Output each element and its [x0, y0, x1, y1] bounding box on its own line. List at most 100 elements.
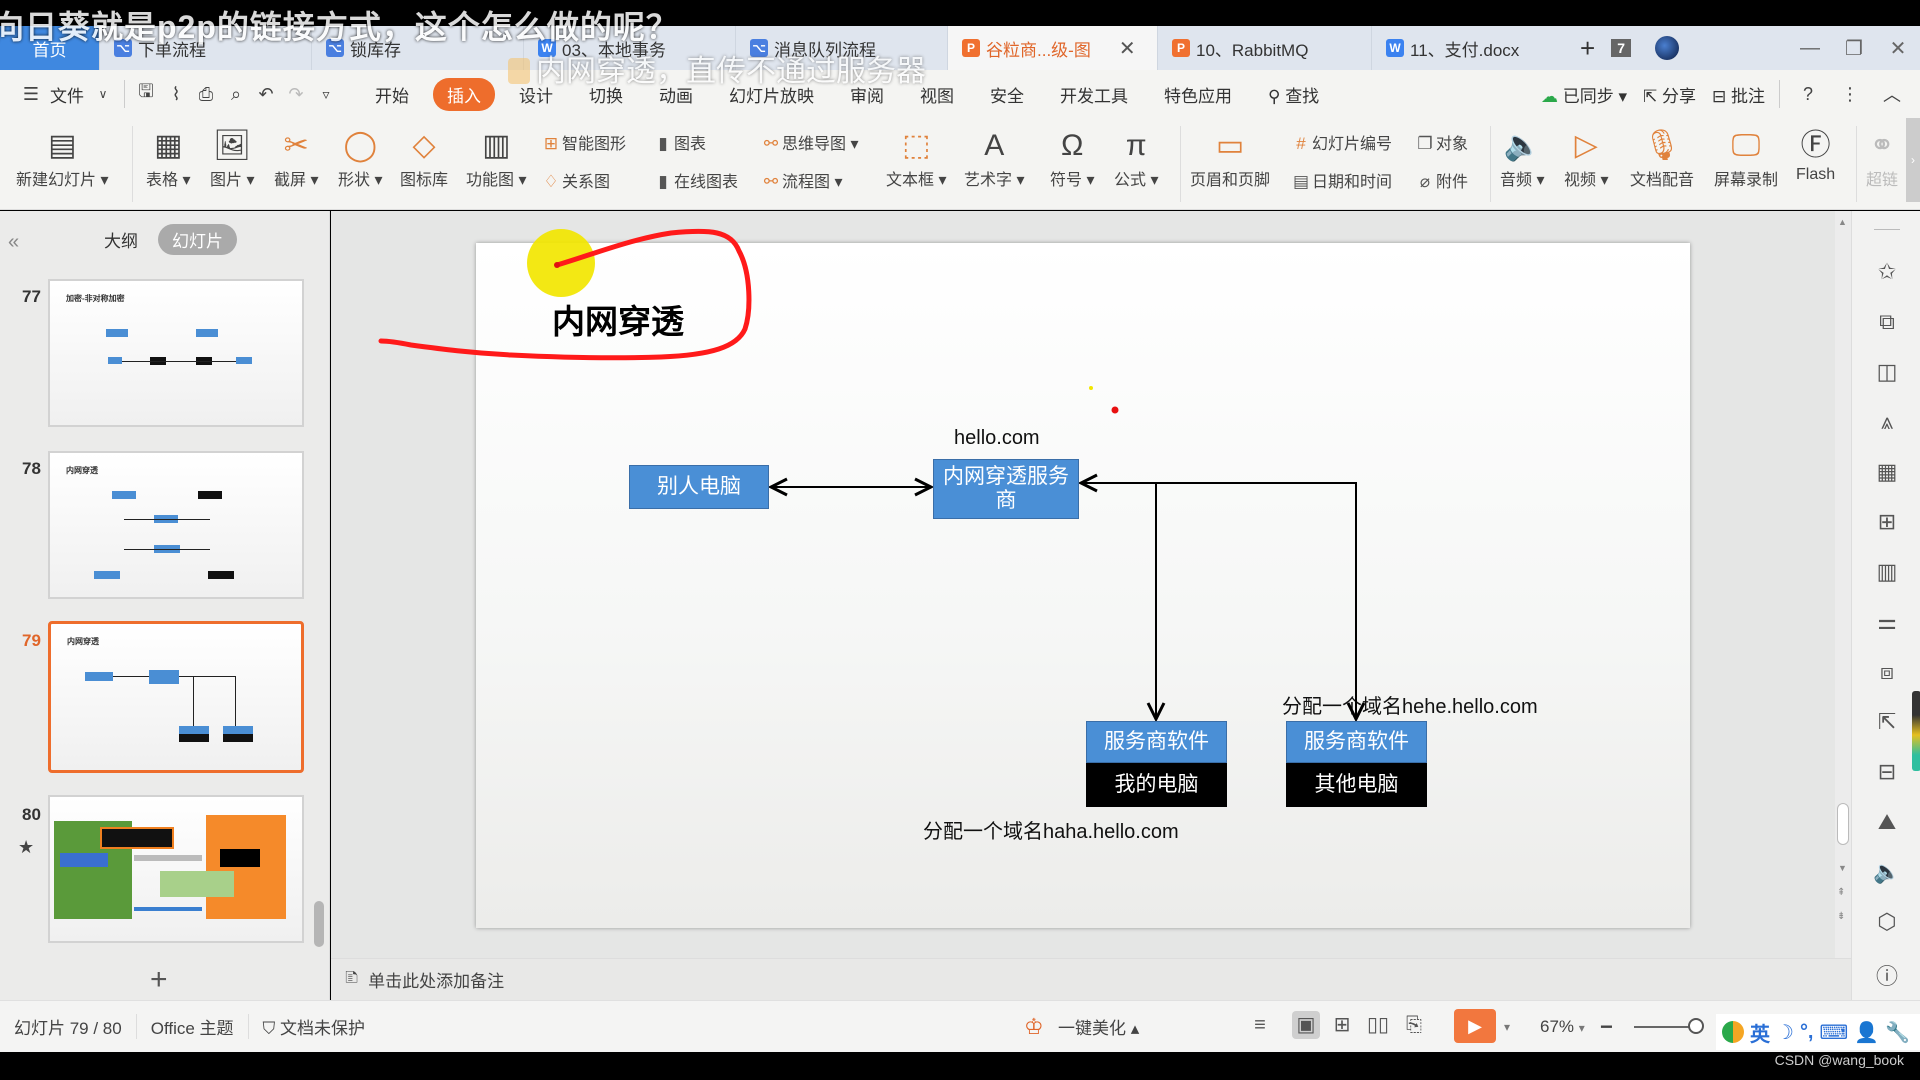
mind-map-button[interactable]: ⚯ 思维导图 ▾	[760, 130, 859, 154]
play-slideshow-button[interactable]: ▶	[1454, 1009, 1496, 1043]
user-avatar[interactable]	[1639, 26, 1695, 70]
audio-button[interactable]: 🔈 音频 ▾	[1500, 126, 1545, 190]
slide-sorter-icon[interactable]: ⊞	[1328, 1011, 1356, 1039]
sync-button[interactable]: ☁ 已同步 ▾	[1533, 82, 1635, 107]
flowchart-button[interactable]: ⚯ 流程图 ▾	[760, 168, 843, 192]
scroll-up-icon[interactable]: ▲	[1838, 217, 1847, 227]
play-options-chevron[interactable]: ▾	[1504, 1020, 1510, 1034]
next-slide-icon[interactable]: ⇟	[1837, 911, 1845, 922]
redo-icon[interactable]: ↷	[281, 84, 311, 105]
collapse-panel-icon[interactable]: «	[8, 231, 19, 254]
export-icon[interactable]: ⇱	[1872, 709, 1902, 735]
shape-button[interactable]: ◯ 形状 ▾	[338, 126, 383, 190]
share-button[interactable]: ⇱ 分享	[1635, 82, 1704, 107]
tab-count-button[interactable]: 7	[1603, 26, 1639, 70]
save-icon[interactable]: 🖫	[131, 79, 161, 109]
shield-icon[interactable]: ⬡	[1872, 909, 1902, 935]
table-button[interactable]: ▦ 表格 ▾	[146, 126, 191, 190]
formula-button[interactable]: π 公式 ▾	[1114, 126, 1159, 190]
normal-view-icon[interactable]: ▣	[1292, 1011, 1320, 1039]
doc-dubbing-button[interactable]: 🎙 文档配音	[1630, 126, 1694, 190]
grid-icon[interactable]: ⊞	[1872, 509, 1902, 535]
screenshot-button[interactable]: ✂ 截屏 ▾	[274, 126, 319, 190]
notes-area[interactable]: 🗈 单击此处添加备注	[331, 958, 1851, 1000]
video-button[interactable]: ▷ 视频 ▾	[1564, 126, 1609, 190]
slide-thumbnail-79-selected[interactable]: 内网穿透	[48, 621, 304, 773]
collapse-ribbon-icon[interactable]: ︿	[1870, 81, 1914, 107]
icon-library-button[interactable]: ◇ 图标库	[400, 126, 448, 190]
close-tab-icon[interactable]: ✕	[1119, 36, 1136, 61]
tab-outline[interactable]: 大纲	[104, 227, 138, 252]
image-icon[interactable]: ⛰	[1872, 809, 1902, 835]
ime-logo-icon[interactable]	[1722, 1021, 1744, 1043]
zoom-slider-track[interactable]	[1634, 1026, 1696, 1028]
new-slide-button[interactable]: ▤ 新建幻灯片 ▾	[16, 126, 109, 190]
function-chart-button[interactable]: ▥ 功能图 ▾	[466, 126, 527, 190]
tab-gulimall-active[interactable]: P 谷粒商...级-图 ✕	[948, 26, 1158, 70]
print-preview-icon[interactable]: ⌕	[221, 84, 251, 105]
punctuation-icon[interactable]: °,	[1800, 1021, 1814, 1044]
archive-icon[interactable]: ⊟	[1872, 759, 1902, 785]
table-icon[interactable]: ▦	[1872, 459, 1902, 485]
zoom-slider-handle[interactable]	[1688, 1018, 1704, 1034]
beautify-button[interactable]: 一键美化 ▴	[1058, 1014, 1139, 1039]
smart-art-button[interactable]: ⊞ 智能图形	[540, 130, 626, 154]
format-painter-icon[interactable]: ⌇	[161, 84, 191, 105]
picture-button[interactable]: 🖼 图片 ▾	[210, 126, 255, 190]
customize-qat-icon[interactable]: ▿	[311, 86, 341, 103]
scrollbar-thumb[interactable]	[1837, 803, 1849, 845]
undo-icon[interactable]: ↶	[251, 84, 281, 105]
prev-slide-icon[interactable]: ⇞	[1837, 887, 1845, 898]
text-style-icon[interactable]: ⩓	[1872, 409, 1902, 435]
restore-button[interactable]: ❐	[1832, 36, 1876, 61]
slide-thumbnail-78[interactable]: 内网穿透	[48, 451, 304, 599]
ime-language-toggle[interactable]: 英	[1750, 1018, 1770, 1047]
attachment-button[interactable]: ⌀ 附件	[1414, 168, 1468, 192]
chevron-down-icon[interactable]: ∨	[88, 87, 118, 101]
menu-start[interactable]: 开始	[357, 82, 427, 107]
slide-number-button[interactable]: # 幻灯片编号	[1290, 130, 1392, 154]
header-footer-button[interactable]: ▭ 页眉和页脚	[1190, 126, 1270, 190]
relation-chart-button[interactable]: ♢ 关系图	[540, 168, 610, 192]
chart-button[interactable]: ▮ 图表	[652, 130, 706, 154]
star-effect-icon[interactable]: ✩	[1872, 259, 1902, 285]
slide-switch-icon[interactable]: ⧉	[1872, 309, 1902, 335]
moon-icon[interactable]: ☽	[1776, 1020, 1794, 1045]
menu-security[interactable]: 安全	[972, 82, 1042, 107]
notes-toggle-icon[interactable]: ≡	[1246, 1011, 1274, 1039]
symbol-button[interactable]: Ω 符号 ▾	[1050, 126, 1095, 190]
tab-payment-docx[interactable]: W 11、支付.docx	[1372, 26, 1572, 70]
tab-rabbitmq[interactable]: P 10、RabbitMQ	[1158, 26, 1372, 70]
keyboard-icon[interactable]: ⌨	[1820, 1020, 1849, 1045]
user-icon[interactable]: 👤	[1854, 1020, 1879, 1045]
screen-record-button[interactable]: 🖵 屏幕录制	[1714, 126, 1778, 190]
zoom-out-button[interactable]: −	[1600, 1014, 1613, 1040]
search-button[interactable]: ⚲ 查找	[1250, 82, 1337, 107]
theme-label[interactable]: Office 主题	[137, 1014, 249, 1039]
wordart-button[interactable]: A 艺术字 ▾	[964, 126, 1025, 190]
minimize-button[interactable]: —	[1788, 37, 1832, 60]
chart-icon[interactable]: ▥	[1872, 559, 1902, 585]
new-tab-button[interactable]: +	[1572, 26, 1603, 70]
help-icon[interactable]: ?	[1786, 84, 1830, 105]
textbox-button[interactable]: ⬚ 文本框 ▾	[886, 126, 947, 190]
object-button[interactable]: ❐ 对象	[1414, 130, 1468, 154]
hamburger-icon[interactable]: ☰	[16, 84, 46, 105]
slide-thumbnail-80[interactable]	[48, 795, 304, 943]
menu-developer[interactable]: 开发工具	[1042, 82, 1146, 107]
scroll-down-icon[interactable]: ▼	[1838, 863, 1847, 873]
flash-button[interactable]: Ⓕ Flash	[1796, 126, 1835, 184]
tab-slides[interactable]: 幻灯片	[158, 224, 237, 255]
more-options-icon[interactable]: ⋮	[1830, 84, 1870, 105]
audio-icon[interactable]: 🔈	[1872, 859, 1902, 885]
info-icon[interactable]: ⓘ	[1872, 959, 1902, 991]
slides-scrollbar[interactable]	[314, 901, 324, 947]
canvas-vertical-scrollbar[interactable]: ▲ ▼ ⇞ ⇟	[1835, 211, 1851, 958]
menu-insert[interactable]: 插入	[433, 77, 495, 111]
zoom-level[interactable]: 67% ▾	[1540, 1017, 1585, 1037]
picture-effect-icon[interactable]: ⧈	[1872, 659, 1902, 685]
protection-status[interactable]: ⛉ 文档未保护	[249, 1014, 379, 1039]
reading-view-icon[interactable]: ▯▯	[1364, 1011, 1392, 1039]
close-window-button[interactable]: ✕	[1876, 36, 1920, 61]
hyperlink-button[interactable]: ⚭ 超链	[1866, 126, 1898, 190]
